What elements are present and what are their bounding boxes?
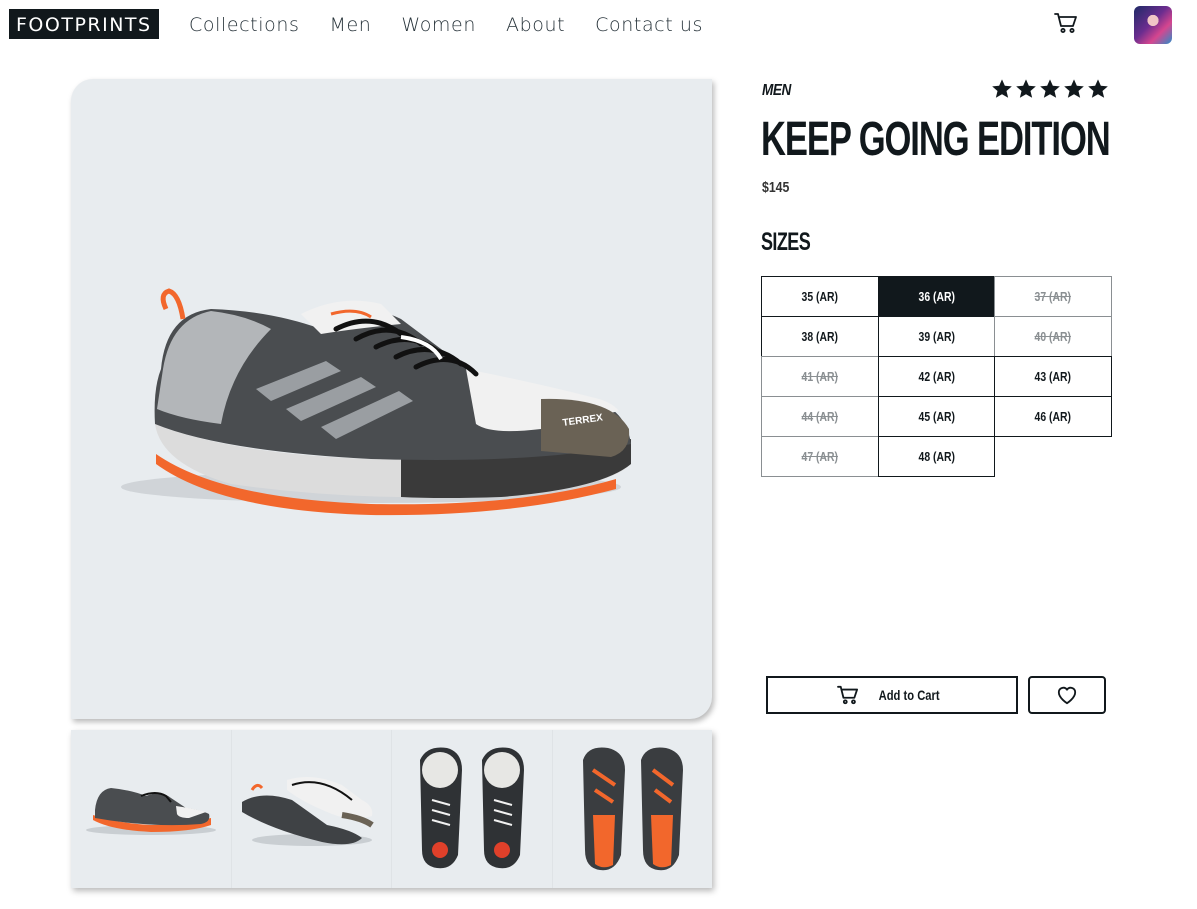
thumbnail-side-view[interactable] (71, 730, 232, 888)
product-category: MEN (762, 82, 791, 99)
size-option[interactable]: 44 (AR) (761, 396, 879, 437)
star-icon (992, 79, 1012, 98)
size-option[interactable]: 48 (AR) (878, 436, 995, 477)
star-icon (1088, 79, 1108, 98)
size-option[interactable]: 39 (AR) (878, 316, 995, 357)
size-option[interactable]: 40 (AR) (994, 316, 1112, 357)
heart-icon (1057, 686, 1077, 705)
size-option[interactable]: 43 (AR) (994, 356, 1112, 397)
cart-icon (836, 685, 858, 705)
size-option[interactable]: 41 (AR) (761, 356, 879, 397)
product-main-image: TERREX (71, 79, 712, 719)
star-icon (1016, 79, 1036, 98)
cart-icon[interactable] (1054, 12, 1078, 34)
thumbnail-sole-view[interactable] (552, 730, 712, 888)
sizes-heading: SIZES (761, 228, 811, 256)
user-avatar[interactable] (1134, 6, 1172, 44)
product-title: KEEP GOING EDITION (761, 113, 1111, 166)
size-option[interactable]: 37 (AR) (994, 276, 1112, 317)
star-icon (1064, 79, 1084, 98)
add-to-cart-button[interactable]: Add to Cart (766, 676, 1018, 714)
star-icon (1040, 79, 1060, 98)
nav-about[interactable]: About (506, 12, 565, 38)
size-option[interactable]: 46 (AR) (994, 396, 1112, 437)
size-option[interactable]: 42 (AR) (878, 356, 995, 397)
rating-stars (991, 78, 1109, 100)
size-option[interactable]: 35 (AR) (761, 276, 879, 317)
wishlist-button[interactable] (1028, 676, 1106, 714)
size-selector: 35 (AR) 36 (AR) 37 (AR) 38 (AR) 39 (AR) … (761, 276, 1112, 477)
site-logo[interactable]: FOOTPRINTS (9, 9, 159, 39)
thumbnail-pair-view[interactable] (231, 730, 392, 888)
nav-contact[interactable]: Contact us (595, 12, 703, 38)
thumbnail-top-view[interactable] (392, 730, 553, 888)
shoe-illustration: TERREX (121, 288, 631, 516)
size-option[interactable]: 36 (AR) (878, 276, 995, 317)
thumbnail-strip (71, 730, 712, 888)
add-to-cart-label: Add to Cart (878, 687, 940, 703)
product-price: $145 (762, 179, 790, 196)
size-option[interactable]: 47 (AR) (761, 436, 879, 477)
size-option[interactable]: 45 (AR) (878, 396, 995, 437)
nav-men[interactable]: Men (329, 12, 371, 38)
nav-collections[interactable]: Collections (189, 12, 299, 38)
main-nav: Collections Men Women About Contact us (189, 12, 733, 38)
size-option[interactable]: 38 (AR) (761, 316, 879, 357)
nav-women[interactable]: Women (401, 12, 476, 38)
